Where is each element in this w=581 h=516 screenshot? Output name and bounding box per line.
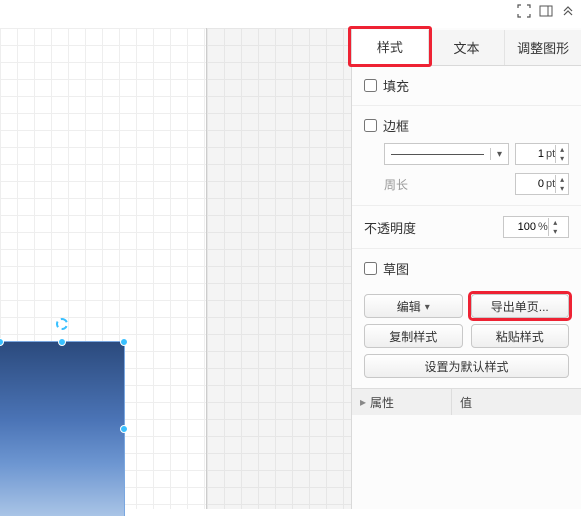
resize-handle-tl[interactable]: [0, 338, 4, 346]
tab-text[interactable]: 文本: [429, 30, 506, 65]
perimeter-value[interactable]: [516, 178, 546, 190]
border-checkbox[interactable]: [364, 119, 377, 132]
copy-style-button[interactable]: 复制样式: [364, 324, 463, 348]
value-header-label: 值: [460, 394, 472, 411]
opacity-label: 不透明度: [364, 218, 416, 237]
set-default-label: 设置为默认样式: [424, 358, 508, 375]
tab-style-label: 样式: [377, 37, 403, 56]
opacity-spinner[interactable]: [548, 218, 562, 236]
sketch-checkbox[interactable]: [364, 262, 377, 275]
canvas-page[interactable]: [0, 28, 207, 509]
resize-handle-tc[interactable]: [58, 338, 66, 346]
properties-section: ▸ 属性 值: [352, 388, 581, 415]
section-fill: 填充: [352, 66, 581, 106]
border-width-unit: pt: [546, 148, 555, 160]
set-default-style-button[interactable]: 设置为默认样式: [364, 354, 569, 378]
paste-style-button[interactable]: 粘贴样式: [471, 324, 570, 348]
edit-button[interactable]: 编辑: [364, 294, 463, 318]
panel-body: 填充 边框 pt: [352, 66, 581, 415]
canvas-column: [0, 28, 351, 509]
resize-handle-tr[interactable]: [120, 338, 128, 346]
sketch-label: 草图: [383, 259, 409, 278]
opacity-unit: %: [538, 221, 548, 233]
chevron-down-icon: [490, 148, 508, 160]
perimeter-unit: pt: [546, 178, 555, 190]
tab-shape[interactable]: 调整图形: [505, 30, 581, 65]
attr-header-label: 属性: [370, 394, 394, 411]
copy-style-label: 复制样式: [389, 328, 437, 345]
paste-style-label: 粘贴样式: [496, 328, 544, 345]
border-label: 边框: [383, 116, 409, 135]
border-width-value[interactable]: [516, 148, 546, 160]
canvas-outside[interactable]: [207, 28, 351, 509]
properties-value-header[interactable]: 值: [452, 389, 581, 415]
fill-checkbox[interactable]: [364, 79, 377, 92]
properties-header: ▸ 属性 值: [352, 389, 581, 415]
button-row-1: 编辑 导出单页...: [352, 294, 581, 318]
side-panel: 样式 文本 调整图形 填充 边框: [351, 28, 581, 509]
export-page-button[interactable]: 导出单页...: [471, 294, 570, 318]
panel-tabs: 样式 文本 调整图形: [352, 30, 581, 66]
tab-text-label: 文本: [454, 38, 480, 57]
line-preview: [391, 154, 484, 155]
button-row-3: 设置为默认样式: [352, 348, 581, 378]
border-width-input[interactable]: pt: [515, 143, 569, 165]
properties-attr-header[interactable]: ▸ 属性: [352, 389, 452, 415]
fill-label: 填充: [383, 76, 409, 95]
opacity-input[interactable]: %: [503, 216, 569, 238]
perimeter-label: 周长: [384, 176, 428, 193]
fullscreen-icon[interactable]: [517, 4, 531, 18]
opacity-value[interactable]: [504, 221, 538, 233]
perimeter-input[interactable]: pt: [515, 173, 569, 195]
tab-shape-label: 调整图形: [517, 38, 569, 57]
perimeter-spinner[interactable]: [555, 175, 568, 193]
tab-style[interactable]: 样式: [352, 30, 429, 65]
collapse-icon[interactable]: [561, 4, 575, 18]
chevron-down-icon: [425, 299, 430, 313]
selected-shape[interactable]: [0, 342, 124, 516]
main-area: 样式 文本 调整图形 填充 边框: [0, 0, 581, 509]
top-right-toolbar: [517, 4, 575, 18]
border-style-combo[interactable]: [384, 143, 509, 165]
edit-button-label: 编辑: [397, 298, 421, 315]
resize-handle-mr[interactable]: [120, 425, 128, 433]
section-border: 边框 pt 周长: [352, 106, 581, 206]
sidebar-toggle-icon[interactable]: [539, 4, 553, 18]
export-page-label: 导出单页...: [491, 298, 549, 315]
triangle-right-icon: ▸: [360, 395, 366, 409]
rotate-handle[interactable]: [56, 318, 68, 330]
section-opacity: 不透明度 %: [352, 206, 581, 249]
section-sketch: 草图: [352, 249, 581, 288]
button-row-2: 复制样式 粘贴样式: [352, 324, 581, 348]
border-width-spinner[interactable]: [555, 145, 568, 163]
